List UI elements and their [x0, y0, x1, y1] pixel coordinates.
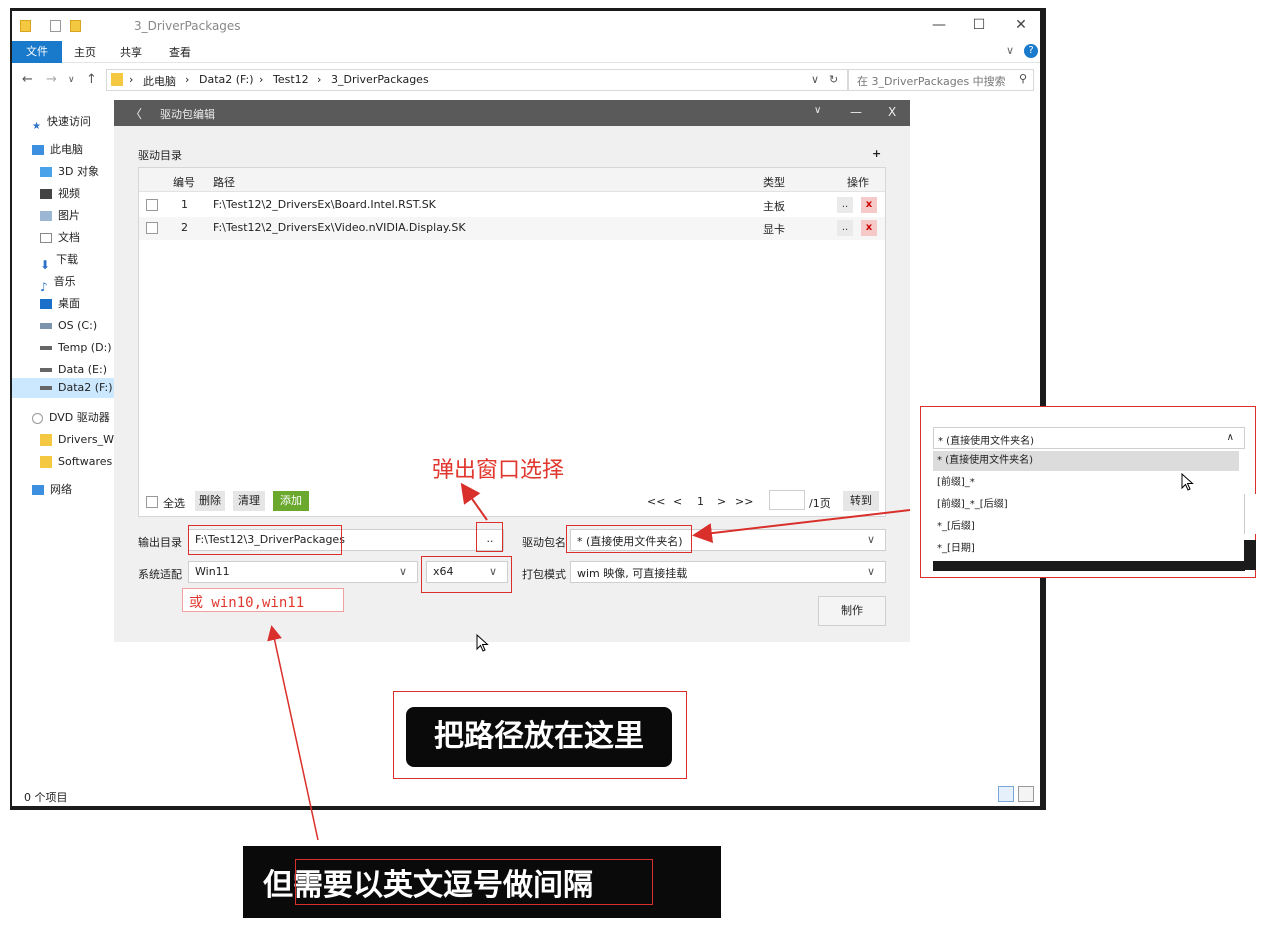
arrow-to-popup-hint: [460, 482, 488, 521]
path-here-label: 把路径放在这里: [406, 707, 672, 767]
arrow-to-package-name: [692, 509, 911, 544]
annotation-box: [295, 859, 653, 905]
annotation-arrows: [267, 482, 911, 841]
arrow-to-system-hint: [267, 625, 319, 841]
popup-hint-annotation: 弹出窗口选择: [432, 458, 565, 483]
subtitle-bar: 但需要以英文逗号做间隔: [243, 846, 721, 918]
path-here-callout: 把路径放在这里: [393, 691, 687, 779]
